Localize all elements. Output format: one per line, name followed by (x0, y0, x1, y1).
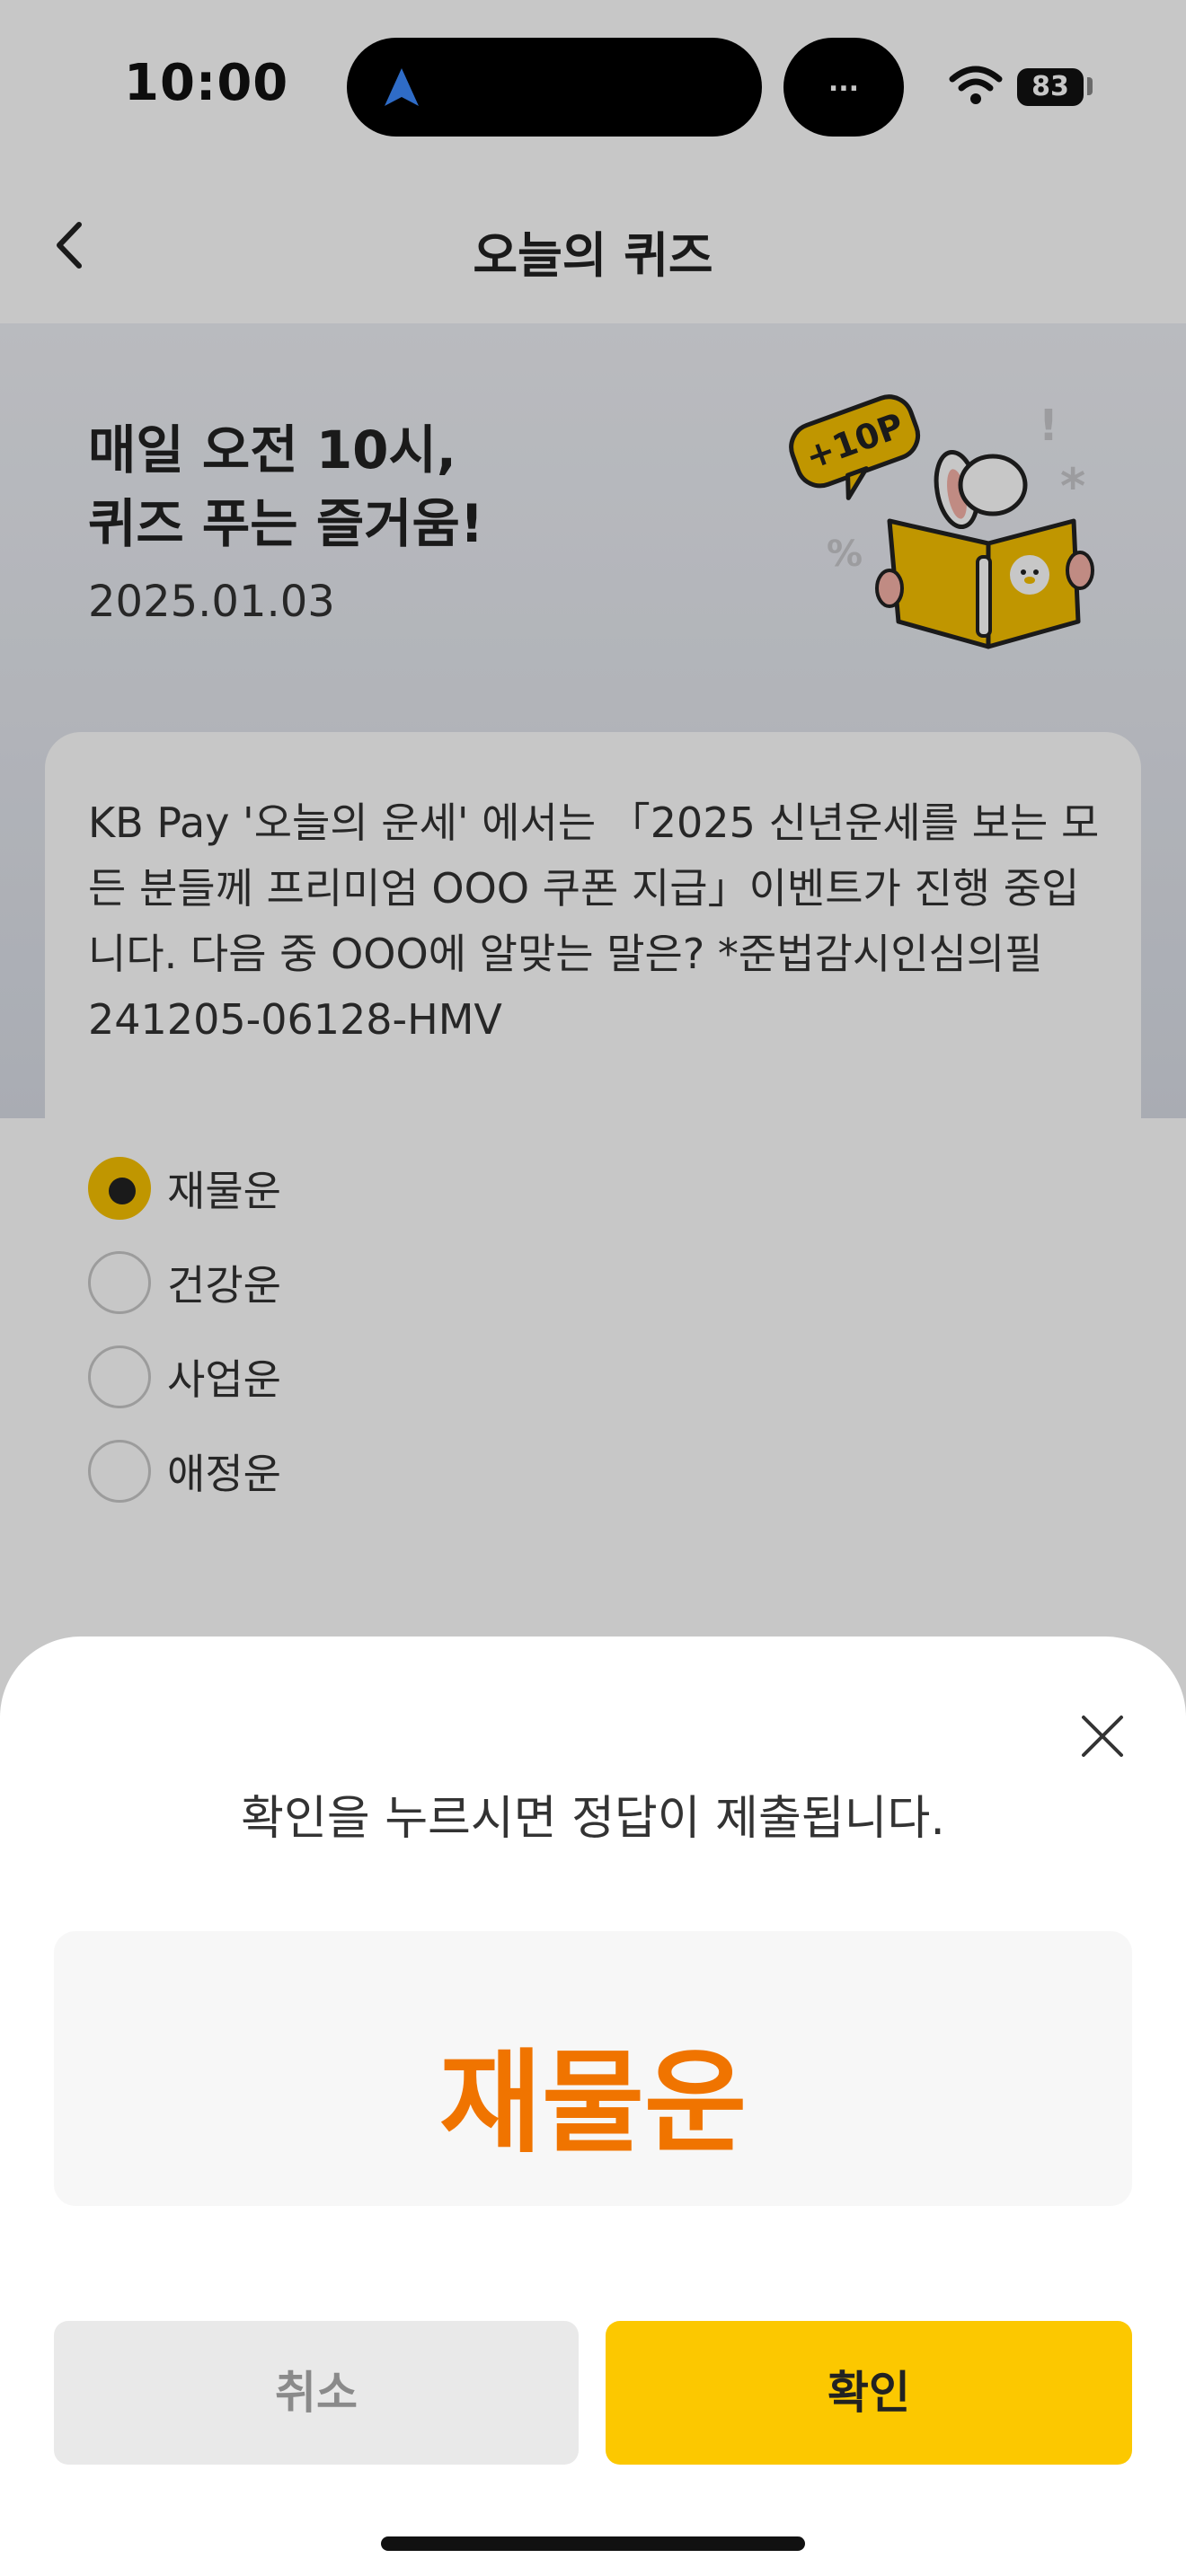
submit-notice: 확인을 누르시면 정답이 제출됩니다. (241, 1792, 945, 1846)
cancel-button[interactable]: 취소 (54, 2321, 579, 2465)
close-icon[interactable] (1075, 1708, 1130, 1764)
selected-answer: 재물운 (438, 2039, 748, 2168)
confirm-bottom-sheet: 확인을 누르시면 정답이 제출됩니다. 재물운 취소 확인 (0, 1636, 1186, 2576)
home-indicator[interactable] (381, 2536, 805, 2551)
confirm-button[interactable]: 확인 (606, 2321, 1132, 2465)
selected-answer-box: 재물운 (54, 1931, 1132, 2206)
